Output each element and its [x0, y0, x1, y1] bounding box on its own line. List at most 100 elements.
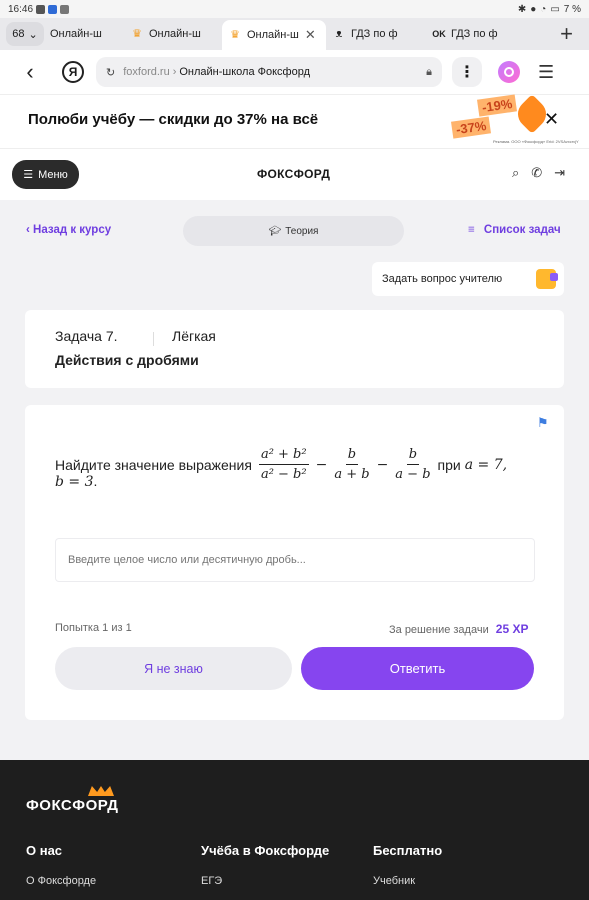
tab-label: ГДЗ по ф [451, 28, 498, 40]
attempt-counter: Попытка 1 из 1 [55, 622, 132, 634]
menu-label: Меню [38, 168, 68, 181]
fraction-denominator: a − b [395, 467, 431, 482]
browser-toolbar: ‹ Я ↻ foxford.ru › Онлайн-школа Фоксфорд… [0, 50, 589, 94]
site-footer: ФОКСФОРД О нас Учёба в Фоксфорде Бесплат… [0, 760, 589, 900]
fraction-numerator: b [345, 447, 359, 465]
fraction-numerator: a² + b² [258, 447, 309, 465]
browser-tab[interactable]: Онлайн-ш [44, 21, 124, 47]
login-icon[interactable]: ⇥ [554, 165, 565, 181]
menu-button[interactable]: ☰ Меню [12, 160, 79, 189]
ask-teacher-label: Задать вопрос учителю [382, 273, 503, 285]
condition-word: при [437, 456, 461, 473]
task-difficulty: Лёгкая [172, 328, 216, 344]
new-tab-button[interactable]: + [560, 21, 573, 47]
lock-icon[interactable]: 🔒︎ [426, 66, 432, 79]
fraction-denominator: a² − b² [260, 467, 307, 482]
tab-label: Онлайн-ш [149, 28, 201, 40]
footer-logo[interactable]: ФОКСФОРД [26, 797, 118, 814]
task-header-card: Задача 7. Лёгкая Действия с дробями [25, 310, 564, 388]
footer-link[interactable]: Учебник [373, 875, 415, 887]
tab-label: Онлайн-ш [50, 28, 102, 40]
tab-strip: 68 ⌄ Онлайн-ш ♛ Онлайн-ш ♛ Онлайн-ш ✕ ᴥ … [0, 18, 589, 50]
foxford-crown-icon: ♛ [132, 28, 142, 40]
owl-icon: ᴥ [335, 28, 343, 40]
browser-tab[interactable]: ♛ Онлайн-ш [124, 21, 222, 47]
url-domain: foxford.ru [123, 66, 170, 78]
list-icon: ☰ [23, 169, 34, 181]
task-card: ⚑ Найдите значение выражения a² + b² a² … [25, 405, 564, 720]
footer-column-title: Учёба в Фоксфорде [201, 843, 330, 858]
foxford-crown-icon [88, 786, 114, 796]
phone-icon[interactable]: ✆ [531, 165, 542, 181]
discount-badge: -19% [477, 94, 518, 117]
chevron-down-icon: ⌄ [28, 28, 38, 41]
footer-link[interactable]: О Фоксфорде [26, 875, 96, 887]
battery-icon: ▭ [550, 3, 560, 15]
search-icon[interactable]: ⌕ [512, 165, 519, 181]
theory-label: Теория [285, 225, 319, 237]
wifi-icon: ◔ [540, 3, 547, 15]
minus-sign: − [315, 456, 328, 473]
status-time: 16:46 [8, 3, 34, 15]
footer-column-title: О нас [26, 843, 63, 858]
address-bar[interactable]: ↻ foxford.ru › Онлайн-школа Фоксфорд 🔒︎ [96, 57, 442, 87]
reward-label: За решение задачи [389, 624, 489, 636]
tab-label: ГДЗ по ф [351, 28, 398, 40]
footer-column-title: Бесплатно [373, 843, 443, 858]
dont-know-button[interactable]: Я не знаю [55, 647, 292, 690]
fraction: b a − b [395, 447, 430, 482]
browser-tab[interactable]: OK ГДЗ по ф [426, 21, 510, 47]
theory-button[interactable]: 🎓︎ Теория [183, 216, 404, 246]
footer-link[interactable]: ЕГЭ [201, 875, 222, 887]
answer-input[interactable] [55, 538, 535, 582]
divider [153, 332, 154, 346]
back-to-course-link[interactable]: ‹ Назад к курсу [26, 224, 111, 236]
back-to-course-label: Назад к курсу [33, 224, 112, 236]
reward-info: За решение задачи 25 XP [389, 622, 529, 636]
question-text-line-2: b = 3. [55, 473, 97, 490]
browser-tab[interactable]: ᴥ ГДЗ по ф [326, 21, 426, 47]
battery-level: 7 % [563, 3, 581, 15]
notification-icon [36, 4, 46, 14]
list-lines-icon: ≡ [468, 224, 475, 236]
hamburger-menu-icon[interactable]: ☰ [538, 62, 554, 83]
bluetooth-icon: ✱ [517, 3, 527, 15]
condition-a: a = 7, [464, 456, 508, 473]
question-prefix: Найдите значение выражения [55, 456, 252, 473]
ad-legal-text: Реклама. ООО «Фоксфорд» Erid: 2VSAvxcrvj… [493, 139, 579, 144]
report-flag-icon[interactable]: ⚑ [537, 415, 549, 431]
ask-teacher-button[interactable]: Задать вопрос учителю [372, 262, 564, 296]
period: . [93, 473, 98, 489]
reload-icon[interactable]: ↻ [106, 66, 115, 79]
task-list-label: Список задач [483, 224, 561, 236]
task-list-link[interactable]: ≡ Список задач [468, 224, 561, 236]
fraction-numerator: b [406, 447, 420, 465]
site-logo[interactable]: ФОКСФОРД [257, 167, 330, 181]
close-tab-icon[interactable]: ✕ [305, 27, 316, 43]
submit-answer-button[interactable]: Ответить [301, 647, 534, 690]
task-number: Задача 7. [55, 328, 118, 344]
task-topic: Действия с дробями [55, 352, 199, 368]
status-bar: 16:46 ✱ ● ◔ ▭ 7 % [0, 0, 589, 18]
tab-label: Онлайн-ш [247, 29, 299, 41]
app-icon [48, 4, 58, 14]
tab-count: 68 [12, 28, 25, 40]
question-text: Найдите значение выражения a² + b² a² − … [55, 447, 507, 482]
url-page-title: Онлайн-школа Фоксфорд [179, 66, 311, 78]
fraction-denominator: a + b [334, 467, 370, 482]
ok-icon: OK [432, 29, 446, 39]
foxford-crown-icon: ♛ [230, 29, 240, 41]
back-arrow-icon[interactable]: ‹ [12, 59, 48, 85]
fraction: b a + b [334, 447, 369, 482]
reward-xp: 25 XP [495, 622, 529, 636]
more-options-icon[interactable]: ⋮ [452, 57, 482, 87]
fraction: a² + b² a² − b² [258, 447, 309, 482]
yandex-icon[interactable]: Я [62, 61, 84, 83]
tab-count-button[interactable]: 68 ⌄ [6, 22, 44, 46]
promo-text: Полюби учёбу — скидки до 37% на всё [28, 111, 319, 128]
breadcrumb-separator-icon: › [172, 66, 177, 78]
browser-tab-active[interactable]: ♛ Онлайн-ш ✕ [222, 20, 326, 50]
condition-b: b = 3 [55, 474, 94, 490]
alice-assistant-icon[interactable] [498, 61, 520, 83]
minus-sign: − [376, 456, 389, 473]
